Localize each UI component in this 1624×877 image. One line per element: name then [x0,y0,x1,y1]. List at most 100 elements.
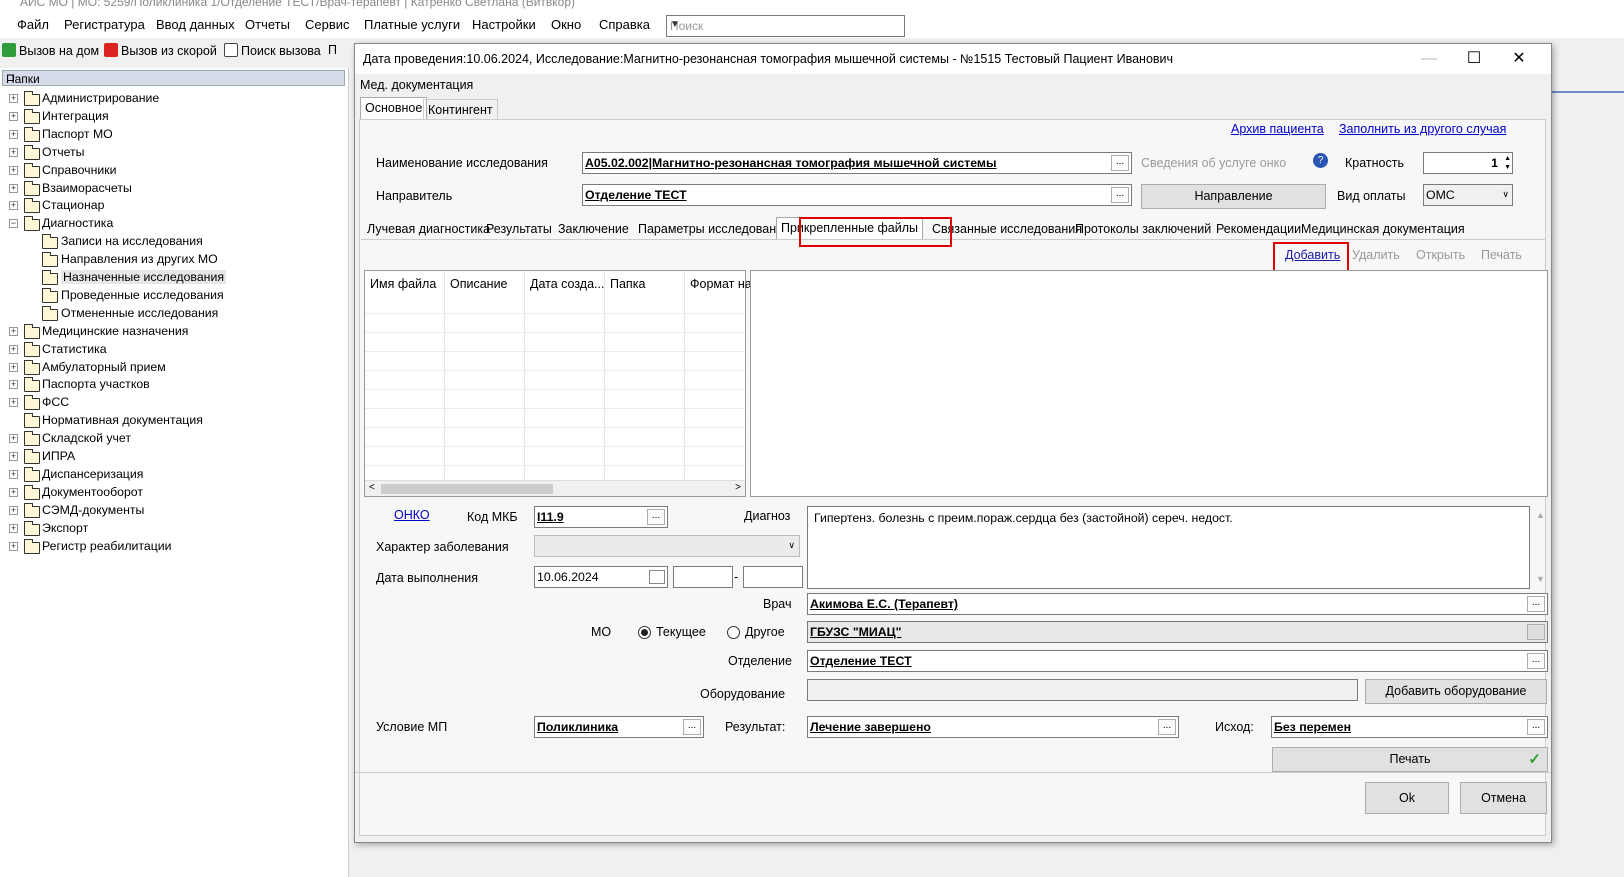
research-field[interactable]: A05.02.002|Магнитно-резонансная томограф… [582,152,1132,174]
expand-icon[interactable]: + [9,201,18,211]
archive-link[interactable]: Архив пациента [1231,122,1324,136]
search-call-button[interactable]: Поиск вызова [224,43,321,58]
ellipsis-button[interactable]: ... [1527,596,1545,612]
subtab-7[interactable]: Рекомендации [1212,219,1305,241]
minimize-icon[interactable]: — [1409,47,1449,71]
disease-char-select[interactable]: ∨ [534,535,800,557]
cancel-button[interactable]: Отмена [1460,782,1547,814]
chevron-down-icon[interactable]: ∨ [788,540,795,551]
add-equipment-button[interactable]: Добавить оборудование [1365,679,1547,704]
expand-icon[interactable]: + [9,505,18,515]
diagnosis-field[interactable]: Гипертенз. болезнь с преим.пораж.сердца … [807,506,1530,589]
open-file-button[interactable]: Открыть [1416,248,1465,262]
menu-service[interactable]: Сервис [305,17,350,32]
expand-icon[interactable]: + [9,326,18,336]
doctor-field[interactable]: Акимова Е.С. (Терапевт) ... [807,593,1548,615]
expand-icon[interactable]: + [9,541,18,551]
ellipsis-button[interactable]: ... [647,509,665,525]
expand-icon[interactable]: + [9,183,18,193]
expand-icon[interactable]: + [9,147,18,157]
print-button[interactable]: Печать ✓ [1272,747,1548,772]
horizontal-scrollbar[interactable]: < > [365,480,745,496]
subtab-6[interactable]: Протоколы заключений [1071,219,1215,241]
scroll-down-icon[interactable]: ▼ [1536,574,1545,584]
maximize-icon[interactable]: ☐ [1454,47,1494,71]
subtab-8[interactable]: Медицинская документация [1297,219,1469,241]
ambulance-call-button[interactable]: Вызов из скорой [104,43,217,58]
collapse-icon[interactable]: − [9,219,18,229]
expand-icon[interactable]: + [9,344,18,354]
expand-icon[interactable]: + [9,523,18,533]
mo-current-radio[interactable] [638,626,651,639]
menu-input[interactable]: Ввод данных [156,17,235,32]
chevron-down-icon[interactable]: ▼ [670,19,900,30]
menu-settings[interactable]: Настройки [472,17,536,32]
expand-icon[interactable]: + [9,111,18,121]
ok-button[interactable]: Ok [1365,782,1449,814]
time-from-field[interactable] [673,566,733,588]
mo-current-label[interactable]: Текущее [656,625,706,639]
outcome-field[interactable]: Без перемен ... [1271,716,1548,738]
mo-other-label[interactable]: Другое [745,625,785,639]
calendar-icon[interactable] [649,570,665,584]
expand-icon[interactable]: + [9,452,18,461]
dept-field[interactable]: Отделение ТЕСТ ... [807,650,1548,672]
expand-icon[interactable]: + [9,362,18,372]
scrollbar-thumb[interactable] [381,484,553,494]
menu-reports[interactable]: Отчеты [245,17,290,32]
expand-icon[interactable]: + [9,94,18,103]
chevron-down-icon[interactable]: ∨ [1502,189,1509,200]
expand-icon[interactable]: + [9,129,18,139]
col-filename[interactable]: Имя файла [370,277,436,291]
referral-button[interactable]: Направление [1141,184,1326,209]
menu-paid[interactable]: Платные услуги [364,17,460,32]
subtab-0[interactable]: Лучевая диагностика [363,219,494,241]
expand-icon[interactable]: + [9,165,18,175]
scroll-up-icon[interactable]: ▲ [1536,510,1545,520]
mo-other-radio[interactable] [727,626,740,639]
referrer-field[interactable]: Отделение ТЕСТ ... [582,184,1132,206]
expand-icon[interactable]: + [9,434,18,444]
tab-main[interactable]: Основное [360,97,428,119]
subtab-3[interactable]: Параметры исследования [634,219,794,241]
home-call-button[interactable]: Вызов на дом [2,43,99,58]
menu-file[interactable]: Файл [17,17,49,32]
col-created[interactable]: Дата созда... [530,277,604,291]
ellipsis-button[interactable]: ... [1158,719,1176,735]
med-doc-menu[interactable]: Мед. документация [360,78,473,92]
spinner-icon[interactable]: ▲ ▼ [1504,154,1511,172]
fill-from-other-link[interactable]: Заполнить из другого случая [1339,122,1506,136]
time-to-field[interactable] [743,566,803,588]
extra-toolbar-button[interactable]: П [328,43,337,57]
menu-help[interactable]: Справка [599,17,650,32]
help-icon[interactable]: ? [1313,153,1328,168]
ellipsis-button[interactable]: ... [1527,719,1545,735]
menu-registry[interactable]: Регистратура [64,17,145,32]
delete-file-button[interactable]: Удалить [1352,248,1400,262]
multiplicity-input[interactable]: 1 ▲ ▼ [1423,152,1513,174]
subtab-1[interactable]: Результаты [482,219,556,241]
equipment-field[interactable] [807,679,1358,701]
tab-contingent[interactable]: Контингент [423,99,498,119]
ellipsis-button[interactable]: ... [1527,653,1545,669]
pay-select[interactable]: ОМС ∨ [1423,184,1513,206]
subtab-2[interactable]: Заключение [554,219,633,241]
col-folder[interactable]: Папка [610,277,645,291]
expand-icon[interactable]: + [9,398,18,408]
ellipsis-button[interactable]: ... [1111,187,1129,203]
close-icon[interactable]: ✕ [1499,47,1539,71]
expand-icon[interactable]: + [9,487,18,497]
search-input[interactable]: Поиск ▼ [666,15,905,37]
col-description[interactable]: Описание [450,277,508,291]
exec-date-field[interactable]: 10.06.2024 [534,566,668,588]
ellipsis-button[interactable]: ... [683,719,701,735]
result-field[interactable]: Лечение завершено ... [807,716,1179,738]
expand-icon[interactable]: + [9,380,18,390]
onko-link[interactable]: ОНКО [394,508,430,522]
mkb-field[interactable]: I11.9 ... [534,506,668,528]
scroll-left-icon[interactable]: < [369,482,375,493]
scroll-right-icon[interactable]: > [735,482,741,493]
pin-icon[interactable]: ⊐ [6,71,340,84]
print-file-button[interactable]: Печать [1481,248,1522,262]
menu-window[interactable]: Окно [551,17,581,32]
